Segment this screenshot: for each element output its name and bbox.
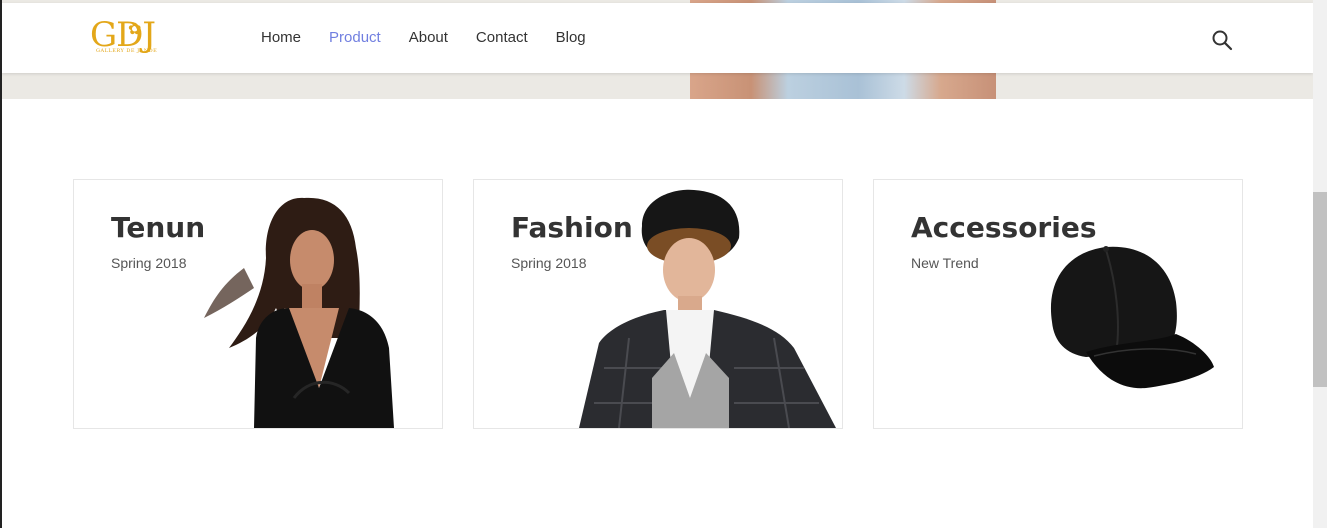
logo-subtext: GALLERY DE JANDE: [96, 48, 158, 54]
banner-title: Tenun: [111, 211, 206, 244]
logo[interactable]: GDJ ✿ GALLERY DE JANDE: [90, 15, 170, 61]
nav-home[interactable]: Home: [261, 30, 301, 46]
window-frame-left: [0, 0, 2, 528]
site-header: GDJ ✿ GALLERY DE JANDE Home Product Abou…: [2, 3, 1313, 73]
banner-accessories[interactable]: Accessories New Trend: [873, 179, 1243, 429]
banner-title: Fashion: [511, 211, 633, 244]
banner-fashion[interactable]: Fashion Spring 2018: [473, 179, 843, 429]
main-nav: Home Product About Contact Blog: [261, 30, 614, 46]
scrollbar-thumb[interactable]: [1313, 192, 1327, 387]
banner-subtitle: Spring 2018: [511, 255, 587, 271]
banner-title: Accessories: [911, 211, 1097, 244]
nav-blog[interactable]: Blog: [556, 30, 586, 46]
nav-product[interactable]: Product: [329, 30, 381, 46]
banner-subtitle: New Trend: [911, 255, 979, 271]
banner-tenun[interactable]: Tenun Spring 2018: [73, 179, 443, 429]
woman-black-dress-image: [184, 188, 442, 428]
banner-subtitle: Spring 2018: [111, 255, 187, 271]
nav-about[interactable]: About: [409, 30, 448, 46]
logo-flower-icon: ✿: [128, 19, 142, 38]
nav-contact[interactable]: Contact: [476, 30, 528, 46]
search-icon[interactable]: [1210, 28, 1234, 52]
black-cap-image: [1050, 246, 1214, 389]
